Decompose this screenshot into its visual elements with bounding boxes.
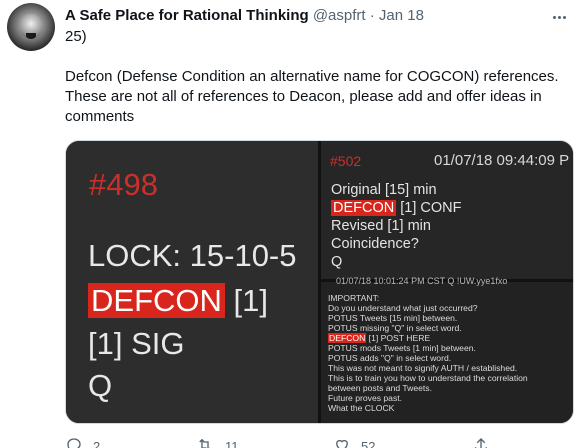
retweet-icon (199, 438, 211, 448)
post-line: What the CLOCK (328, 403, 395, 413)
post-number: #498 (89, 167, 158, 202)
post-line: POTUS Tweets [15 min] between. (328, 313, 458, 323)
post-line: Coincidence? (331, 236, 419, 252)
like-button[interactable]: 52 (333, 436, 375, 448)
tweet-text-line-1: 25) (65, 28, 87, 45)
media-image-post[interactable]: 01/07/18 10:01:24 PM CST Q !UW.yye1fxo I… (321, 276, 573, 423)
reply-button[interactable]: 2 (65, 436, 100, 448)
avatar-mouth (26, 33, 36, 39)
tweet-header: A Safe Place for Rational Thinking @aspf… (65, 7, 543, 27)
tweet-text-line-3: These are not all of references to Deaco… (65, 88, 542, 105)
post-line: Revised [1] min (331, 218, 431, 234)
reply-icon (67, 438, 81, 448)
post-line: Future proves past. (328, 393, 403, 403)
defcon-highlight: DEFCON (331, 200, 397, 216)
defcon-value: [1] CONF (396, 200, 462, 216)
post-line: This is to train you how to understand t… (328, 373, 528, 383)
post-line: Q (331, 254, 343, 270)
defcon-highlight: DEFCON (88, 283, 225, 318)
media-image-502[interactable]: #502 01/07/18 09:44:09 P Original [15] m… (321, 141, 573, 279)
q-line: Q (88, 368, 113, 403)
post-line: Original [15] min (331, 182, 437, 198)
avatar[interactable] (7, 3, 55, 51)
defcon-highlight: DEFCON (328, 333, 367, 343)
share-icon (475, 438, 487, 448)
tweet[interactable]: A Safe Place for Rational Thinking @aspf… (0, 0, 583, 448)
lock-line: LOCK: 15-10-5 (88, 238, 297, 273)
like-icon (336, 439, 348, 448)
more-icon[interactable] (553, 9, 571, 25)
defcon-value: [1] POST HERE (366, 333, 431, 343)
tweet-date[interactable]: Jan 18 (379, 7, 424, 24)
defcon-line: DEFCON [1] CONF (331, 199, 462, 217)
tweet-text-line-2: Defcon (Defense Condition an alternative… (65, 68, 559, 85)
tweet-actions: 2 11 52 (65, 436, 565, 448)
author-handle[interactable]: @aspfrt (313, 7, 366, 24)
like-count: 52 (361, 439, 376, 448)
post-timestamp: 01/07/18 09:44:09 P (434, 152, 570, 169)
post-line: Do you understand what just occurred? (328, 303, 478, 313)
retweet-button[interactable]: 11 (195, 436, 239, 448)
tweet-media[interactable]: #498 LOCK: 15-10-5 DEFCON [1] [1] SIG Q … (65, 140, 574, 424)
tweet-text-line-4: comments (65, 108, 135, 125)
post-line: POTUS adds "Q" in select word. (328, 353, 452, 363)
retweet-count: 11 (225, 439, 239, 448)
post-line: between posts and Tweets. (328, 383, 432, 393)
post-line: This was not meant to signify AUTH / est… (328, 363, 518, 373)
share-button[interactable] (472, 436, 500, 448)
post-line: POTUS mods Tweets [1 min] between. (328, 343, 476, 353)
post-line: POTUS missing "Q" in select word. (328, 323, 462, 333)
author-name[interactable]: A Safe Place for Rational Thinking (65, 7, 309, 24)
post-header: 01/07/18 10:01:24 PM CST Q !UW.yye1fxo (336, 276, 508, 286)
reply-count: 2 (93, 439, 101, 448)
post-line: IMPORTANT: (328, 293, 380, 303)
media-image-498[interactable]: #498 LOCK: 15-10-5 DEFCON [1] [1] SIG Q (66, 141, 318, 423)
meta-separator: · (369, 7, 375, 24)
sig-line: [1] SIG (88, 326, 185, 361)
defcon-value: [1] (224, 283, 268, 318)
post-number: #502 (330, 153, 362, 169)
defcon-line: DEFCON [1] (88, 282, 268, 320)
defcon-line: DEFCON [1] POST HERE (328, 333, 430, 343)
